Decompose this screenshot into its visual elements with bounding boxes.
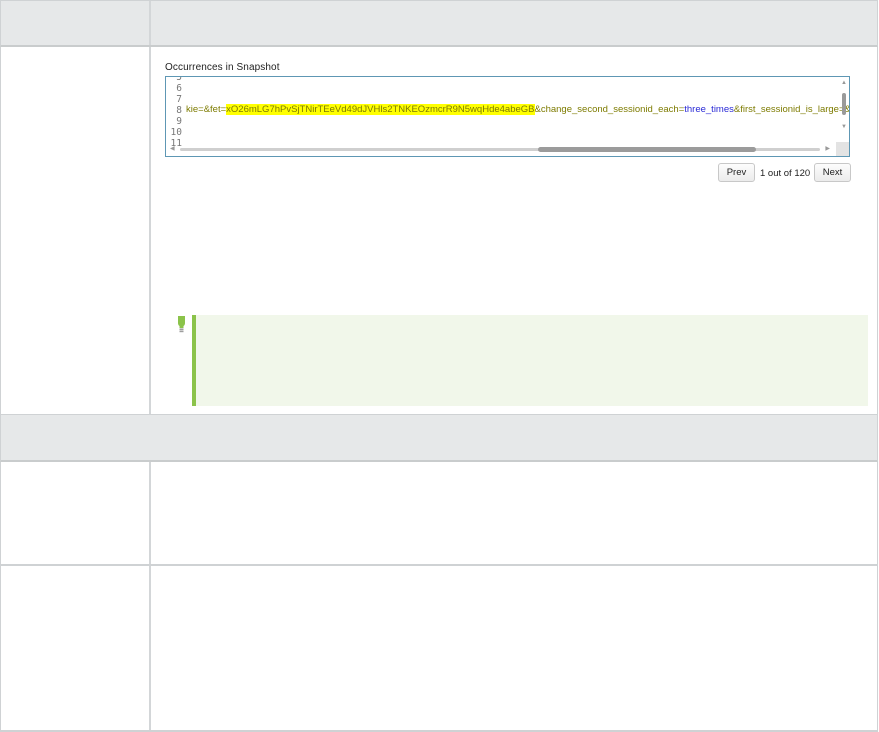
horizontal-scrollbar[interactable]: ◀ ▶	[170, 145, 830, 153]
lightbulb-icon	[178, 316, 185, 333]
horizontal-scroll-thumb[interactable]	[538, 147, 756, 152]
code-value: three_times	[684, 104, 734, 115]
vertical-scroll-thumb[interactable]	[842, 93, 846, 115]
prev-button[interactable]: Prev	[718, 163, 755, 182]
code-line-8: kie=&fet=xO26mLG7hPvSjTNirTEeVd49dJVHls2…	[186, 104, 850, 116]
code-text: &first_sessionid_is_large=&se	[733, 104, 850, 115]
line-number: 7	[176, 94, 182, 105]
snapshot-title: Occurrences in Snapshot	[165, 62, 280, 73]
table-row	[0, 462, 878, 566]
highlighted-match: xO26mLG7hPvSjTNirTEeVd49dJVHls2TNKEOzmcr…	[226, 104, 535, 115]
column-divider	[149, 47, 151, 414]
occurrence-count: 1 out of 120	[760, 168, 811, 179]
line-number: 8	[176, 105, 182, 116]
scroll-left-icon[interactable]: ◀	[170, 145, 175, 153]
column-divider	[149, 1, 151, 45]
scroll-down-icon[interactable]: ▼	[840, 123, 848, 131]
page: Occurrences in Snapshot 5 6 7 8 9 10 11 …	[0, 0, 879, 732]
table-header-row	[0, 0, 878, 47]
line-number: 6	[176, 83, 182, 94]
scrollbar-corner	[836, 142, 849, 156]
vertical-scrollbar[interactable]: ▲ ▼	[840, 79, 848, 131]
table-row	[0, 566, 878, 732]
tip-callout	[192, 315, 868, 406]
section-band	[0, 415, 878, 462]
scroll-right-icon[interactable]: ▶	[825, 145, 830, 153]
tip-callout-accent	[192, 315, 196, 406]
next-button[interactable]: Next	[814, 163, 851, 182]
line-number: 9	[176, 116, 182, 127]
column-divider	[149, 462, 151, 564]
column-divider	[149, 566, 151, 730]
line-number: 5	[176, 76, 182, 83]
code-text: kie	[186, 104, 199, 115]
code-text: &change_second_sessionid_each=	[534, 104, 685, 115]
line-number: 10	[170, 127, 182, 138]
code-text: =&fet=	[198, 104, 227, 115]
scroll-up-icon[interactable]: ▲	[840, 79, 848, 87]
code-viewer[interactable]: 5 6 7 8 9 10 11 kie=&fet=xO26mLG7hPvSjTN…	[165, 76, 850, 157]
